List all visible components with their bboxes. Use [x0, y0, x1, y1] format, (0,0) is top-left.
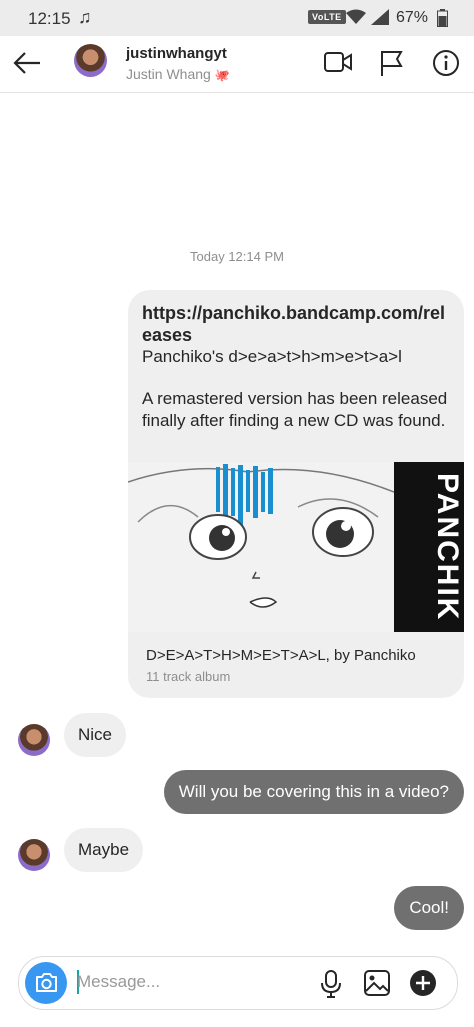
manga-illustration: [128, 462, 394, 632]
battery-percent: 67%: [396, 9, 429, 26]
microphone-icon[interactable]: [319, 969, 343, 999]
avatar[interactable]: [18, 724, 50, 756]
video-call-icon[interactable]: [323, 49, 353, 75]
message-bubble-incoming[interactable]: Nice: [64, 713, 127, 757]
camera-button[interactable]: [25, 962, 67, 1004]
signal-icon: [371, 9, 389, 25]
fullname-text: Justin Whang: [126, 66, 211, 82]
chat-fullname: Justin Whang 🐙: [126, 66, 230, 82]
flag-icon[interactable]: [378, 49, 404, 77]
message-bubble-outgoing[interactable]: Cool!: [394, 886, 464, 930]
battery-icon: [437, 9, 448, 27]
message-composer: Message...: [18, 956, 458, 1010]
status-time: 12:15: [28, 9, 71, 28]
chat-username[interactable]: justinwhangyt: [126, 45, 227, 62]
status-bar: 12:15 ♫ VoLTE 67%: [0, 0, 474, 36]
back-arrow-icon[interactable]: [12, 50, 42, 76]
link-description: A remastered version has been released f…: [142, 389, 448, 430]
avatar[interactable]: [18, 839, 50, 871]
camera-icon: [36, 973, 57, 992]
music-note-icon: ♫: [78, 7, 92, 27]
album-cover-image[interactable]: PANCHIK: [128, 462, 464, 632]
volte-badge: VoLTE: [308, 10, 346, 24]
chat-header: justinwhangyt Justin Whang 🐙: [0, 36, 474, 93]
message-timestamp: Today 12:14 PM: [190, 249, 284, 264]
add-icon[interactable]: [409, 969, 437, 997]
album-cover-text: PANCHIK: [394, 462, 464, 632]
wifi-icon: [346, 9, 366, 24]
message-input[interactable]: Message...: [77, 972, 160, 992]
link-preview-card[interactable]: https://panchiko.bandcamp.com/releases P…: [128, 290, 464, 698]
avatar[interactable]: [74, 44, 107, 77]
album-subtitle: 11 track album: [146, 669, 231, 684]
octopus-emoji: 🐙: [214, 68, 230, 82]
link-url[interactable]: https://panchiko.bandcamp.com/releases: [142, 302, 452, 346]
message-bubble-outgoing[interactable]: Will you be covering this in a video?: [163, 770, 464, 814]
link-title: Panchiko's d>e>a>t>h>m>e>t>a>l: [142, 347, 402, 366]
info-icon[interactable]: [432, 49, 460, 77]
gallery-icon[interactable]: [363, 969, 391, 997]
message-bubble-incoming[interactable]: Maybe: [64, 828, 144, 872]
album-title: D>E>A>T>H>M>E>T>A>L, by Panchiko: [146, 647, 416, 664]
